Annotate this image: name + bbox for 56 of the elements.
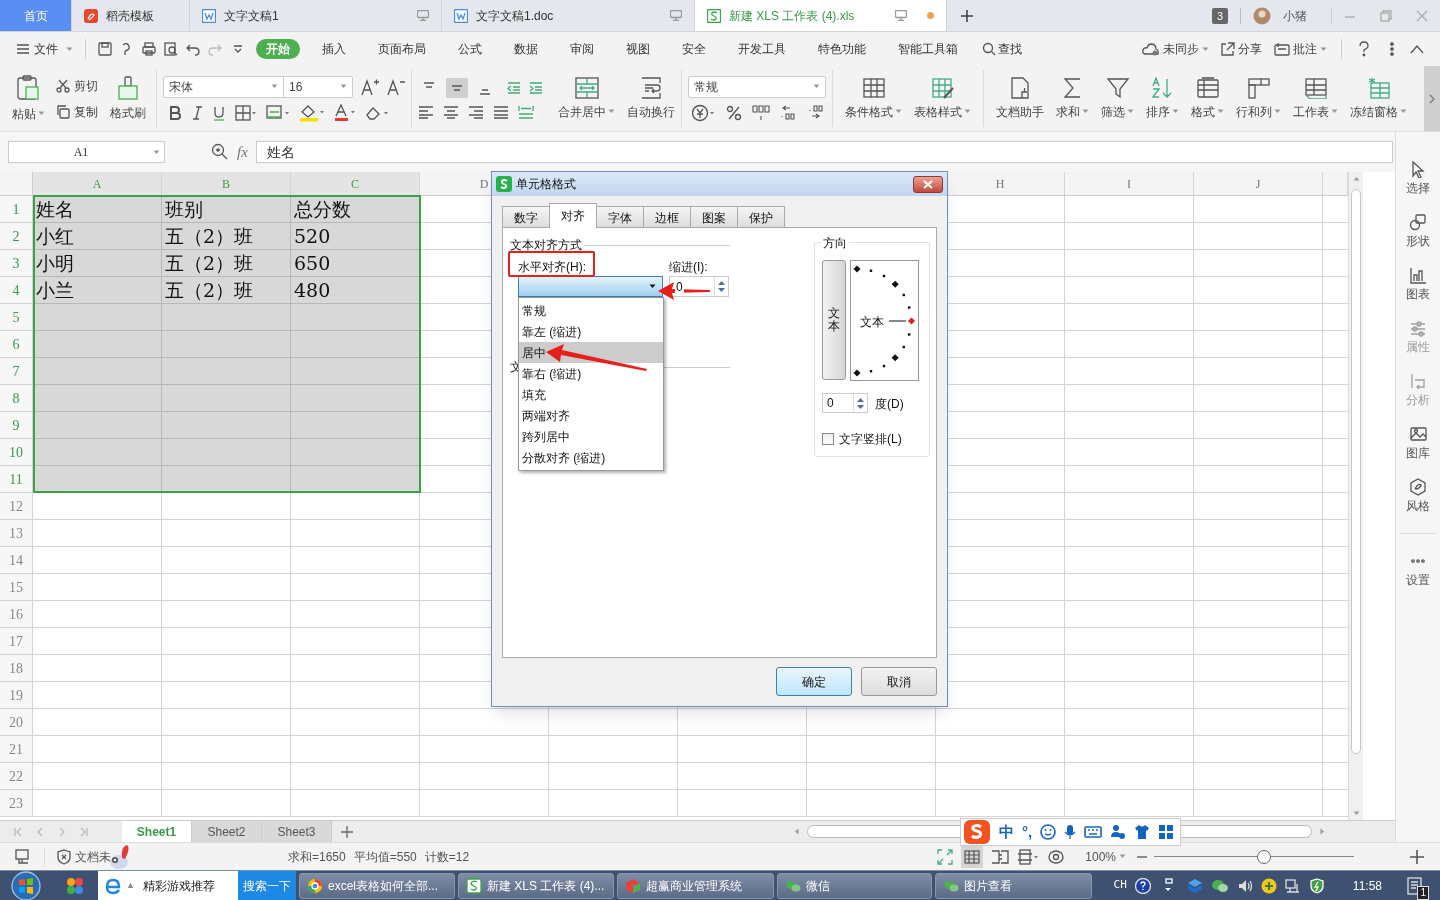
row-number: 3: [12, 254, 20, 273]
dialog-title: 单元格格式: [516, 176, 576, 193]
table-cell: 小兰: [33, 277, 162, 304]
row-number: 7: [12, 362, 20, 381]
row-number: 19: [9, 686, 23, 705]
row-number: 22: [9, 767, 23, 786]
group-label: 方向: [823, 236, 847, 250]
row-number: 9: [12, 416, 20, 435]
column-header: I: [1127, 175, 1131, 193]
group-label: 文本对齐方式: [510, 237, 582, 254]
table-cell: 小红: [33, 223, 162, 250]
row-number: 21: [9, 740, 23, 759]
row-number: 12: [9, 497, 23, 516]
row-number: 6: [12, 335, 20, 354]
column-header: D: [479, 175, 489, 193]
field-label: 度(D): [875, 397, 904, 411]
status-stat: 计数=12: [424, 848, 470, 866]
row-number: 11: [9, 470, 23, 489]
user-name: 小猪: [1283, 7, 1307, 25]
row-number: 15: [9, 578, 23, 597]
row-number: 20: [9, 713, 23, 732]
field-label: 水平对齐(H):: [518, 260, 586, 274]
table-cell: 520: [291, 223, 420, 250]
column-header: B: [222, 175, 230, 193]
column-header: J: [1255, 175, 1261, 193]
column-header: H: [995, 175, 1005, 193]
column-header: C: [351, 175, 359, 193]
checkbox-label: 文字竖排(L): [839, 431, 902, 448]
table-cell: 总分数: [291, 196, 420, 223]
row-number: 16: [9, 605, 23, 624]
row-number: 4: [12, 281, 20, 300]
table-cell: 650: [291, 250, 420, 277]
table-cell: 姓名: [33, 196, 162, 223]
row-number: 8: [12, 389, 20, 408]
dial-text: 文本: [860, 314, 884, 331]
row-number: 13: [9, 524, 23, 543]
row-number: 23: [9, 794, 23, 813]
document-status: 文档未: [75, 848, 111, 866]
row-number: 18: [9, 659, 23, 678]
table-cell: 五（2）班: [162, 277, 291, 304]
row-number: 10: [9, 443, 23, 462]
status-stat: 求和=1650: [288, 848, 346, 866]
column-header: A: [92, 175, 102, 193]
table-cell: 480: [291, 277, 420, 304]
table-cell: 小明: [33, 250, 162, 277]
row-number: 1: [12, 200, 20, 219]
row-number: 14: [9, 551, 23, 570]
row-number: 17: [9, 632, 23, 651]
table-cell: 五（2）班: [162, 223, 291, 250]
row-number: 5: [12, 308, 20, 327]
row-number: 2: [12, 227, 20, 246]
clock: 11:58: [1352, 877, 1382, 895]
field-label: 缩进(I):: [669, 260, 708, 274]
table-cell: 五（2）班: [162, 250, 291, 277]
table-cell: 班别: [162, 196, 291, 223]
status-stat: 平均值=550: [353, 848, 417, 866]
